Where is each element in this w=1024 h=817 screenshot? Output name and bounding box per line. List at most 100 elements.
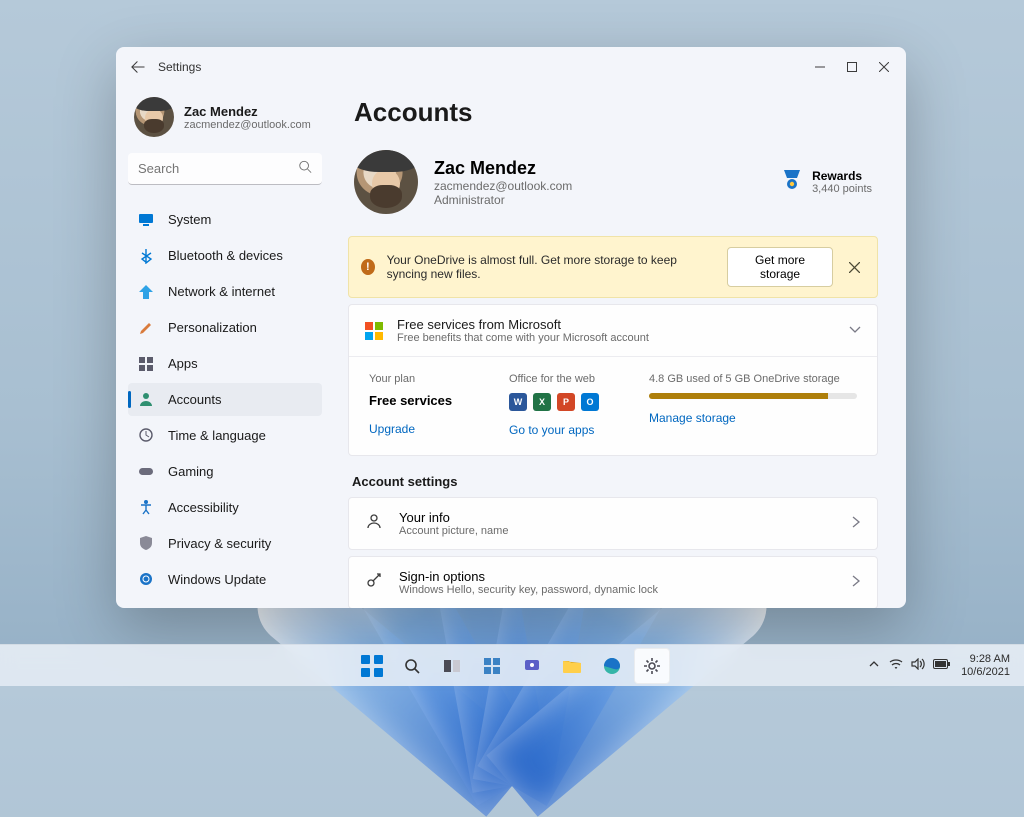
banner-message: Your OneDrive is almost full. Get more s… <box>387 253 716 281</box>
sidebar-item-label: Apps <box>168 356 198 371</box>
window-title: Settings <box>158 60 201 74</box>
hero-role: Administrator <box>434 193 572 207</box>
hero-name: Zac Mendez <box>434 158 572 179</box>
go-to-apps-link[interactable]: Go to your apps <box>509 423 639 437</box>
settings-taskbar-button[interactable] <box>634 648 670 684</box>
gamepad-icon <box>138 463 154 479</box>
widgets-icon <box>483 657 501 675</box>
close-button[interactable] <box>868 51 900 83</box>
sidebar-item-label: Windows Update <box>168 572 266 587</box>
plan-column: Your plan Free services Upgrade <box>369 373 499 437</box>
sidebar-item-time[interactable]: Time & language <box>128 418 322 452</box>
rewards-block[interactable]: Rewards 3,440 points <box>782 168 872 197</box>
rewards-points: 3,440 points <box>812 183 872 195</box>
sidebar-item-label: System <box>168 212 211 227</box>
clock-icon <box>138 427 154 443</box>
settings-window: Settings Zac Mendez zacmendez@outlook.co… <box>116 47 906 608</box>
chat-icon <box>523 657 541 675</box>
sidebar-item-accounts[interactable]: Accounts <box>128 383 322 417</box>
shield-icon <box>138 535 154 551</box>
card-subtitle: Free benefits that come with your Micros… <box>397 332 649 344</box>
search-box[interactable] <box>128 153 322 185</box>
storage-label: 4.8 GB used of 5 GB OneDrive storage <box>649 373 857 385</box>
chat-button[interactable] <box>514 648 550 684</box>
avatar-large <box>354 150 418 214</box>
widgets-button[interactable] <box>474 648 510 684</box>
sidebar-item-label: Privacy & security <box>168 536 271 551</box>
wifi-icon <box>889 658 903 673</box>
accessibility-icon <box>138 499 154 515</box>
taskbar-date: 10/6/2021 <box>961 666 1010 679</box>
sidebar: Zac Mendez zacmendez@outlook.com System … <box>116 87 334 608</box>
search-icon <box>298 160 312 179</box>
sidebar-item-label: Accessibility <box>168 500 239 515</box>
manage-storage-link[interactable]: Manage storage <box>649 411 857 425</box>
taskbar-time: 9:28 AM <box>961 653 1010 666</box>
word-icon: W <box>509 393 527 411</box>
maximize-button[interactable] <box>836 51 868 83</box>
storage-column: 4.8 GB used of 5 GB OneDrive storage Man… <box>649 373 857 437</box>
display-icon <box>138 212 154 228</box>
upgrade-link[interactable]: Upgrade <box>369 422 499 436</box>
office-column: Office for the web W X P O Go to your ap… <box>509 373 639 437</box>
sidebar-item-update[interactable]: Windows Update <box>128 562 322 596</box>
arrow-left-icon <box>131 60 145 74</box>
start-button[interactable] <box>354 648 390 684</box>
network-icon <box>138 284 154 300</box>
chevron-down-icon <box>849 322 861 340</box>
taskbar-search[interactable] <box>394 648 430 684</box>
profile-name: Zac Mendez <box>184 104 311 119</box>
edge-icon <box>603 657 621 675</box>
profile-email: zacmendez@outlook.com <box>184 119 311 131</box>
sidebar-item-accessibility[interactable]: Accessibility <box>128 490 322 524</box>
setting-title: Sign-in options <box>399 569 658 584</box>
sidebar-item-label: Network & internet <box>168 284 275 299</box>
setting-signin-options[interactable]: Sign-in options Windows Hello, security … <box>348 556 878 608</box>
taskbar-clock[interactable]: 9:28 AM 10/6/2021 <box>961 653 1010 678</box>
excel-icon: X <box>533 393 551 411</box>
setting-your-info[interactable]: Your info Account picture, name <box>348 497 878 550</box>
setting-title: Your info <box>399 510 508 525</box>
minimize-button[interactable] <box>804 51 836 83</box>
office-label: Office for the web <box>509 373 639 385</box>
sidebar-item-network[interactable]: Network & internet <box>128 275 322 309</box>
plan-value: Free services <box>369 393 499 408</box>
sidebar-item-bluetooth[interactable]: Bluetooth & devices <box>128 239 322 273</box>
file-explorer-button[interactable] <box>554 648 590 684</box>
avatar <box>134 97 174 137</box>
sidebar-item-gaming[interactable]: Gaming <box>128 454 322 488</box>
free-services-header[interactable]: Free services from Microsoft Free benefi… <box>349 305 877 357</box>
taskbar: 9:28 AM 10/6/2021 <box>0 644 1024 686</box>
microsoft-logo-icon <box>365 322 383 340</box>
sidebar-item-personalization[interactable]: Personalization <box>128 311 322 345</box>
system-tray[interactable] <box>889 658 951 673</box>
apps-icon <box>138 356 154 372</box>
back-button[interactable] <box>122 51 154 83</box>
battery-icon <box>933 659 951 672</box>
card-title: Free services from Microsoft <box>397 317 649 332</box>
chevron-right-icon <box>851 574 861 592</box>
free-services-card: Free services from Microsoft Free benefi… <box>348 304 878 456</box>
search-icon <box>403 657 421 675</box>
folder-icon <box>562 657 582 675</box>
storage-progress <box>649 393 857 399</box>
sidebar-item-privacy[interactable]: Privacy & security <box>128 526 322 560</box>
main-content: Accounts Zac Mendez zacmendez@outlook.co… <box>334 87 906 608</box>
hero-email: zacmendez@outlook.com <box>434 179 572 193</box>
profile-block[interactable]: Zac Mendez zacmendez@outlook.com <box>134 97 316 137</box>
get-storage-button[interactable]: Get more storage <box>727 247 832 287</box>
titlebar: Settings <box>116 47 906 87</box>
task-view-button[interactable] <box>434 648 470 684</box>
tray-chevron-up-icon[interactable] <box>869 659 879 672</box>
sidebar-item-label: Personalization <box>168 320 257 335</box>
window-controls <box>804 51 900 83</box>
search-input[interactable] <box>128 153 322 185</box>
sidebar-item-system[interactable]: System <box>128 203 322 237</box>
banner-close-button[interactable] <box>845 255 865 279</box>
edge-button[interactable] <box>594 648 630 684</box>
key-icon <box>365 571 383 594</box>
onedrive-banner: ! Your OneDrive is almost full. Get more… <box>348 236 878 298</box>
sidebar-item-apps[interactable]: Apps <box>128 347 322 381</box>
gear-icon <box>643 657 661 675</box>
outlook-icon: O <box>581 393 599 411</box>
